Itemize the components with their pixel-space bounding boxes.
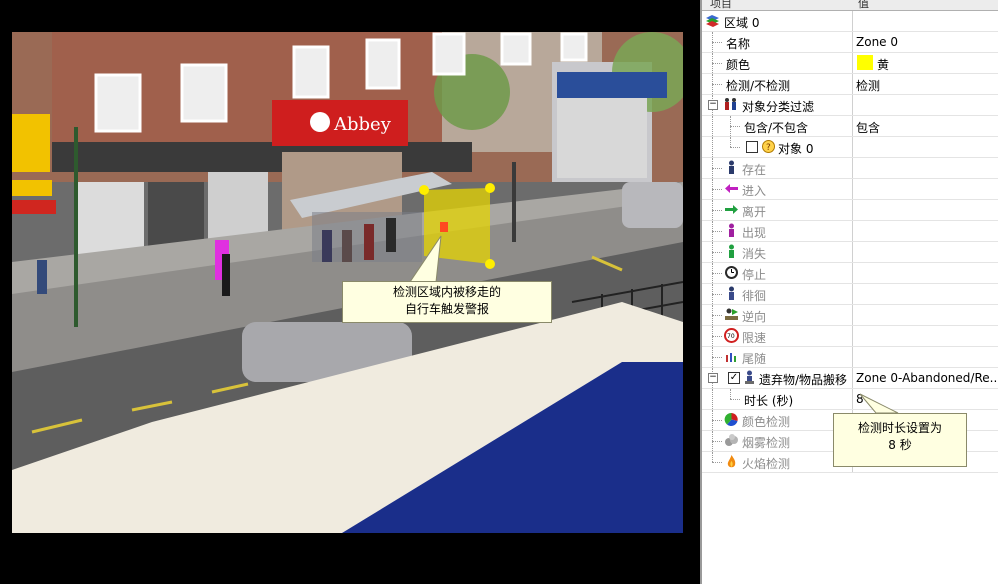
video-panel: Abbey 检测区域内被移走的 自行车触发警报: [0, 0, 700, 584]
duration-callout-pointer: [859, 393, 899, 414]
duration-callout: 检测时长设置为 8 秒: [833, 413, 967, 467]
video-callout: 检测区域内被移走的 自行车触发警报: [342, 281, 552, 323]
video-callout-line2: 自行车触发警报: [404, 302, 489, 316]
video-callout-line1: 检测区域内被移走的: [392, 285, 501, 299]
duration-callout-line2: 8 秒: [888, 438, 912, 452]
duration-callout-line1: 检测时长设置为: [857, 421, 942, 435]
